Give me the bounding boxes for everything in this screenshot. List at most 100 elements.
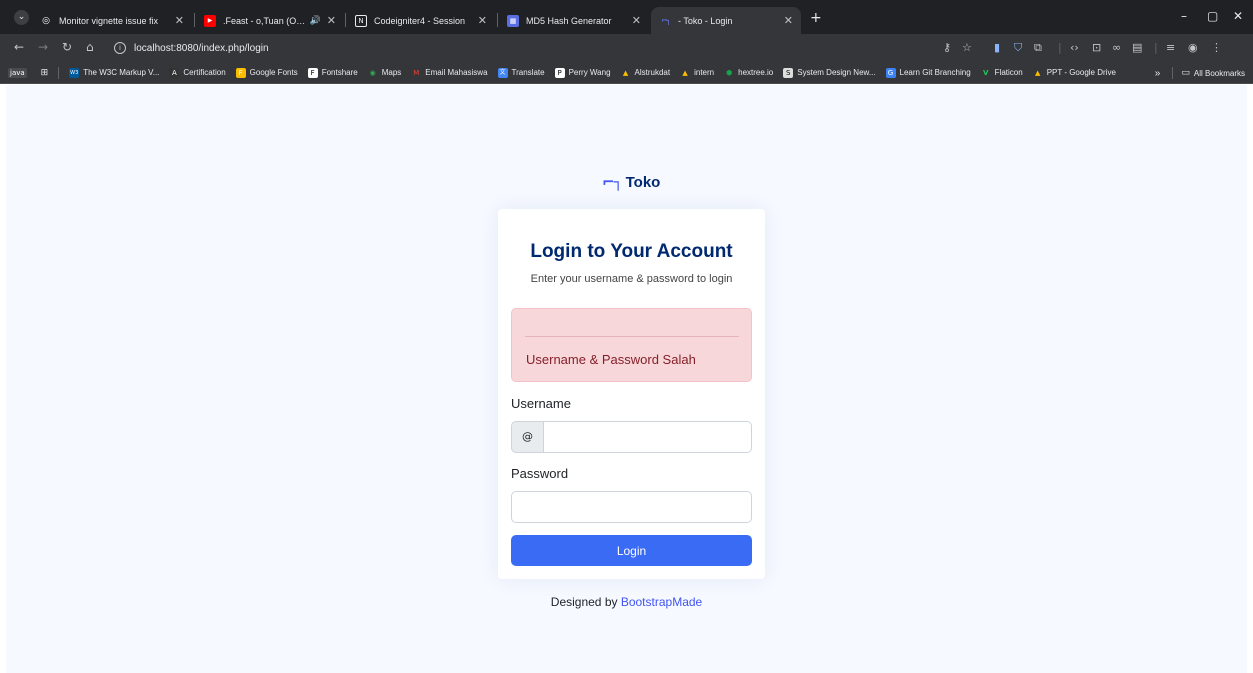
error-alert: Username & Password Salah <box>511 308 752 382</box>
at-sign-prefix: @ <box>511 421 544 453</box>
toolbar-divider: | <box>1154 41 1158 54</box>
youtube-icon: ▶ <box>204 14 216 27</box>
home-icon[interactable]: ⌂ <box>86 40 94 54</box>
folder-icon: ▭ <box>1181 68 1190 78</box>
page-title: Login to Your Account <box>530 241 733 262</box>
tab-feast-lyrics[interactable]: ▶ .Feast - o,Tuan (Official Lyric 🔊 ✕ <box>196 7 344 34</box>
more-bookmarks-icon[interactable]: » <box>1155 68 1161 79</box>
login-button[interactable]: Login <box>511 535 752 566</box>
tab-monitor-vignette[interactable]: ◎ Monitor vignette issue fix ✕ <box>32 7 192 34</box>
username-input[interactable] <box>544 421 752 453</box>
close-tab-icon[interactable]: ✕ <box>632 14 641 27</box>
hextree-icon: ⬢ <box>726 68 733 77</box>
toko-logo-icon: ⌐┐ <box>602 173 623 191</box>
bookmark-maps[interactable]: ◉ Maps <box>368 68 402 78</box>
flaticon-icon: V <box>982 68 989 77</box>
toolbar-divider: | <box>1058 41 1062 54</box>
bookmark-learn-git[interactable]: G Learn Git Branching <box>885 67 971 78</box>
browser-toolbar: ← → ↻ ⌂ i localhost:8080/index.php/login… <box>0 34 1253 62</box>
bookmark-intern[interactable]: ▲ intern <box>680 68 714 78</box>
bookmark-perry-wang[interactable]: P Perry Wang <box>554 67 611 78</box>
bookmark-separator <box>1172 67 1174 79</box>
close-tab-icon[interactable]: ✕ <box>784 14 793 27</box>
username-label: Username <box>511 396 571 411</box>
bookmark-translate[interactable]: 文 Translate <box>497 67 545 78</box>
tab-separator <box>345 13 346 27</box>
bookmark-hextree[interactable]: ⬢ hextree.io <box>724 68 773 78</box>
java-icon: java <box>8 67 27 78</box>
alert-divider <box>525 336 739 337</box>
certification-icon: A <box>169 67 180 78</box>
drive-icon: ▲ <box>682 68 688 77</box>
address-bar[interactable]: i localhost:8080/index.php/login <box>106 37 986 59</box>
password-input[interactable] <box>511 491 752 523</box>
password-label: Password <box>511 466 569 481</box>
site-info-icon[interactable]: i <box>114 42 126 54</box>
bookmark-ppt-drive[interactable]: ▲ PPT - Google Drive <box>1033 68 1116 78</box>
bookmark-fontshare[interactable]: F Fontshare <box>307 67 358 78</box>
all-bookmarks-link[interactable]: All Bookmarks <box>1194 69 1245 78</box>
tab-separator <box>194 13 195 27</box>
extension-icon[interactable]: ▮ <box>994 41 1000 54</box>
bookmarks-bar: java ⊞ W3 The W3C Markup V... A Certific… <box>0 62 1253 84</box>
alert-message: Username & Password Salah <box>526 352 696 367</box>
maps-icon: ◉ <box>369 68 376 77</box>
bookmark-java[interactable]: java <box>8 67 31 78</box>
perry-wang-icon: P <box>554 67 565 78</box>
puzzle-icon[interactable]: ⧉ <box>1034 41 1042 55</box>
url-text: localhost:8080/index.php/login <box>134 42 269 54</box>
restore-icon[interactable]: ▢ <box>1207 9 1218 23</box>
minimize-icon[interactable]: – <box>1181 9 1187 23</box>
bookmark-system-design[interactable]: S System Design New... <box>783 67 876 78</box>
bootstrapmade-link[interactable]: BootstrapMade <box>621 595 702 609</box>
close-tab-icon[interactable]: ✕ <box>327 14 336 27</box>
apps-grid[interactable]: ⊞ <box>41 68 49 78</box>
bookmark-google-fonts[interactable]: F Google Fonts <box>235 67 298 78</box>
close-tab-icon[interactable]: ✕ <box>175 14 184 27</box>
forward-icon[interactable]: → <box>38 40 48 54</box>
star-icon[interactable]: ☆ <box>962 41 972 54</box>
translate-icon: 文 <box>497 67 508 78</box>
bookmark-alstrukdat[interactable]: ▲ Alstrukdat <box>621 68 670 78</box>
key-icon[interactable]: ⚷ <box>943 41 951 54</box>
brand-name: Toko <box>625 173 661 191</box>
reading-list-icon[interactable]: ≡ <box>1166 41 1175 54</box>
translate-page-icon[interactable]: ▤ <box>1132 41 1142 54</box>
screenshot-icon[interactable]: ⊡ <box>1092 41 1101 54</box>
tab-codeigniter-session[interactable]: N Codeigniter4 - Session ✕ <box>347 7 495 34</box>
login-card: Login to Your Account Enter your usernam… <box>498 209 765 579</box>
back-icon[interactable]: ← <box>14 40 24 54</box>
gmail-icon: M <box>413 68 420 77</box>
profile-avatar-icon[interactable]: ◉ <box>1188 41 1198 54</box>
close-window-icon[interactable]: ✕ <box>1233 9 1243 23</box>
tab-toko-login[interactable]: ⌐┐ - Toko - Login ✕ <box>651 7 801 34</box>
tab-strip: ⌄ ◎ Monitor vignette issue fix ✕ ▶ .Feas… <box>0 0 1253 34</box>
link-icon[interactable]: ∞ <box>1112 41 1121 54</box>
bookmarks-right: » ▭ All Bookmarks <box>1155 67 1245 79</box>
drive-icon: ▲ <box>622 68 629 77</box>
bookmark-separator <box>58 66 60 79</box>
bookmark-w3c[interactable]: W3 The W3C Markup V... <box>69 67 159 78</box>
tab-search-icon[interactable]: ⌄ <box>14 10 29 25</box>
menu-dots-icon[interactable]: ⋮ <box>1211 41 1222 54</box>
google-fonts-icon: F <box>235 67 246 78</box>
speaker-icon[interactable]: 🔊 <box>310 16 321 26</box>
username-input-group: @ <box>511 421 752 453</box>
tab-md5-generator[interactable]: ▦ MD5 Hash Generator ✕ <box>499 7 649 34</box>
system-design-icon: S <box>783 67 794 78</box>
shield-icon[interactable]: ⛉ <box>1014 41 1022 55</box>
brand-logo[interactable]: ⌐┐ Toko <box>602 173 660 191</box>
bookmark-email-mahasiswa[interactable]: M Email Mahasiswa <box>411 68 487 78</box>
md5-icon: ▦ <box>507 14 519 27</box>
close-tab-icon[interactable]: ✕ <box>478 14 487 27</box>
fontshare-icon: F <box>307 67 318 78</box>
toko-icon: ⌐┐ <box>661 15 671 25</box>
bookmark-certification[interactable]: A Certification <box>169 67 226 78</box>
credits: Designed by BootstrapMade <box>6 595 1247 609</box>
notion-icon: N <box>355 14 367 27</box>
reload-icon[interactable]: ↻ <box>62 40 72 54</box>
bookmark-flaticon[interactable]: V Flaticon <box>981 68 1023 78</box>
login-page: ⌐┐ Toko Login to Your Account Enter your… <box>6 85 1247 673</box>
code-icon[interactable]: ‹› <box>1070 41 1079 54</box>
new-tab-button[interactable]: + <box>810 10 822 26</box>
